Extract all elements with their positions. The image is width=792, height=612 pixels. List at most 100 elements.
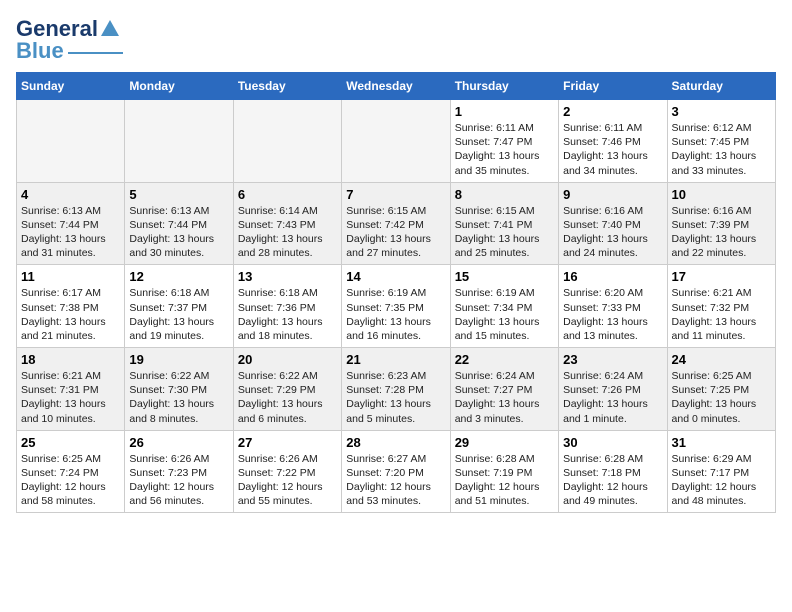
- day-info: Sunrise: 6:13 AM Sunset: 7:44 PM Dayligh…: [129, 204, 228, 261]
- day-number: 25: [21, 435, 120, 450]
- day-number: 18: [21, 352, 120, 367]
- weekday-header: Friday: [559, 73, 667, 100]
- day-info: Sunrise: 6:16 AM Sunset: 7:39 PM Dayligh…: [672, 204, 771, 261]
- calendar-cell: 29 Sunrise: 6:28 AM Sunset: 7:19 PM Dayli…: [450, 430, 558, 513]
- calendar-cell: [342, 100, 450, 183]
- calendar-cell: 23Sunrise: 6:24 AM Sunset: 7:26 PM Dayli…: [559, 348, 667, 431]
- calendar-cell: [125, 100, 233, 183]
- day-number: 29: [455, 435, 554, 450]
- calendar-cell: 16 Sunrise: 6:20 AM Sunset: 7:33 PM Dayli…: [559, 265, 667, 348]
- calendar-cell: [233, 100, 341, 183]
- calendar-cell: 30 Sunrise: 6:28 AM Sunset: 7:18 PM Dayli…: [559, 430, 667, 513]
- day-info: Sunrise: 6:22 AM Sunset: 7:29 PM Dayligh…: [238, 369, 337, 426]
- calendar-cell: 25 Sunrise: 6:25 AM Sunset: 7:24 PM Dayli…: [17, 430, 125, 513]
- calendar-cell: 22 Sunrise: 6:24 AM Sunset: 7:27 PM Dayli…: [450, 348, 558, 431]
- day-number: 10: [672, 187, 771, 202]
- day-info: Sunrise: 6:25 AM Sunset: 7:24 PM Dayligh…: [21, 452, 120, 509]
- calendar-cell: 31 Sunrise: 6:29 AM Sunset: 7:17 PM Dayli…: [667, 430, 775, 513]
- day-info: Sunrise: 6:17 AM Sunset: 7:38 PM Dayligh…: [21, 286, 120, 343]
- calendar-cell: 20 Sunrise: 6:22 AM Sunset: 7:29 PM Dayli…: [233, 348, 341, 431]
- page-header: General Blue: [16, 16, 776, 64]
- day-number: 16: [563, 269, 662, 284]
- calendar-cell: 28 Sunrise: 6:27 AM Sunset: 7:20 PM Dayli…: [342, 430, 450, 513]
- weekday-header: Wednesday: [342, 73, 450, 100]
- calendar-cell: 3 Sunrise: 6:12 AM Sunset: 7:45 PM Daylig…: [667, 100, 775, 183]
- day-number: 7: [346, 187, 445, 202]
- logo-icon: [99, 18, 121, 40]
- day-info: Sunrise: 6:21 AM Sunset: 7:32 PM Dayligh…: [672, 286, 771, 343]
- day-number: 13: [238, 269, 337, 284]
- calendar-cell: 6 Sunrise: 6:14 AM Sunset: 7:43 PM Daylig…: [233, 182, 341, 265]
- day-number: 3: [672, 104, 771, 119]
- day-info: Sunrise: 6:13 AM Sunset: 7:44 PM Dayligh…: [21, 204, 120, 261]
- calendar-cell: 1Sunrise: 6:11 AM Sunset: 7:47 PM Daylig…: [450, 100, 558, 183]
- day-number: 28: [346, 435, 445, 450]
- calendar-cell: 4 Sunrise: 6:13 AM Sunset: 7:44 PM Daylig…: [17, 182, 125, 265]
- day-number: 11: [21, 269, 120, 284]
- day-info: Sunrise: 6:29 AM Sunset: 7:17 PM Dayligh…: [672, 452, 771, 509]
- day-number: 14: [346, 269, 445, 284]
- day-info: Sunrise: 6:22 AM Sunset: 7:30 PM Dayligh…: [129, 369, 228, 426]
- day-number: 22: [455, 352, 554, 367]
- day-info: Sunrise: 6:16 AM Sunset: 7:40 PM Dayligh…: [563, 204, 662, 261]
- day-info: Sunrise: 6:19 AM Sunset: 7:35 PM Dayligh…: [346, 286, 445, 343]
- calendar-cell: 21 Sunrise: 6:23 AM Sunset: 7:28 PM Dayli…: [342, 348, 450, 431]
- day-info: Sunrise: 6:11 AM Sunset: 7:46 PM Dayligh…: [563, 121, 662, 178]
- weekday-header: Sunday: [17, 73, 125, 100]
- day-number: 1: [455, 104, 554, 119]
- day-number: 17: [672, 269, 771, 284]
- day-info: Sunrise: 6:15 AM Sunset: 7:42 PM Dayligh…: [346, 204, 445, 261]
- day-number: 2: [563, 104, 662, 119]
- day-info: Sunrise: 6:18 AM Sunset: 7:37 PM Dayligh…: [129, 286, 228, 343]
- day-info: Sunrise: 6:28 AM Sunset: 7:18 PM Dayligh…: [563, 452, 662, 509]
- day-number: 20: [238, 352, 337, 367]
- calendar-cell: 13 Sunrise: 6:18 AM Sunset: 7:36 PM Dayli…: [233, 265, 341, 348]
- day-number: 12: [129, 269, 228, 284]
- day-info: Sunrise: 6:23 AM Sunset: 7:28 PM Dayligh…: [346, 369, 445, 426]
- calendar-cell: 14 Sunrise: 6:19 AM Sunset: 7:35 PM Dayli…: [342, 265, 450, 348]
- day-info: Sunrise: 6:24 AM Sunset: 7:27 PM Dayligh…: [455, 369, 554, 426]
- day-number: 31: [672, 435, 771, 450]
- day-info: Sunrise: 6:27 AM Sunset: 7:20 PM Dayligh…: [346, 452, 445, 509]
- day-info: Sunrise: 6:14 AM Sunset: 7:43 PM Dayligh…: [238, 204, 337, 261]
- day-number: 15: [455, 269, 554, 284]
- day-info: Sunrise: 6:20 AM Sunset: 7:33 PM Dayligh…: [563, 286, 662, 343]
- day-number: 26: [129, 435, 228, 450]
- day-number: 19: [129, 352, 228, 367]
- day-info: Sunrise: 6:25 AM Sunset: 7:25 PM Dayligh…: [672, 369, 771, 426]
- calendar-cell: 19 Sunrise: 6:22 AM Sunset: 7:30 PM Dayli…: [125, 348, 233, 431]
- calendar-cell: [17, 100, 125, 183]
- calendar-cell: 11 Sunrise: 6:17 AM Sunset: 7:38 PM Dayli…: [17, 265, 125, 348]
- weekday-header: Saturday: [667, 73, 775, 100]
- day-number: 5: [129, 187, 228, 202]
- day-info: Sunrise: 6:19 AM Sunset: 7:34 PM Dayligh…: [455, 286, 554, 343]
- weekday-header: Thursday: [450, 73, 558, 100]
- calendar-cell: 24 Sunrise: 6:25 AM Sunset: 7:25 PM Dayli…: [667, 348, 775, 431]
- day-number: 4: [21, 187, 120, 202]
- day-info: Sunrise: 6:28 AM Sunset: 7:19 PM Dayligh…: [455, 452, 554, 509]
- calendar-cell: 5 Sunrise: 6:13 AM Sunset: 7:44 PM Daylig…: [125, 182, 233, 265]
- calendar-cell: 10 Sunrise: 6:16 AM Sunset: 7:39 PM Dayli…: [667, 182, 775, 265]
- calendar-cell: 15 Sunrise: 6:19 AM Sunset: 7:34 PM Dayli…: [450, 265, 558, 348]
- calendar-table: SundayMondayTuesdayWednesdayThursdayFrid…: [16, 72, 776, 513]
- day-number: 9: [563, 187, 662, 202]
- day-number: 8: [455, 187, 554, 202]
- calendar-cell: 27Sunrise: 6:26 AM Sunset: 7:22 PM Dayli…: [233, 430, 341, 513]
- logo-blue: Blue: [16, 38, 64, 64]
- weekday-header: Tuesday: [233, 73, 341, 100]
- day-info: Sunrise: 6:21 AM Sunset: 7:31 PM Dayligh…: [21, 369, 120, 426]
- weekday-header: Monday: [125, 73, 233, 100]
- day-number: 6: [238, 187, 337, 202]
- day-info: Sunrise: 6:15 AM Sunset: 7:41 PM Dayligh…: [455, 204, 554, 261]
- day-info: Sunrise: 6:12 AM Sunset: 7:45 PM Dayligh…: [672, 121, 771, 178]
- day-number: 21: [346, 352, 445, 367]
- calendar-cell: 7 Sunrise: 6:15 AM Sunset: 7:42 PM Daylig…: [342, 182, 450, 265]
- calendar-cell: 12 Sunrise: 6:18 AM Sunset: 7:37 PM Dayli…: [125, 265, 233, 348]
- day-number: 24: [672, 352, 771, 367]
- day-info: Sunrise: 6:18 AM Sunset: 7:36 PM Dayligh…: [238, 286, 337, 343]
- day-info: Sunrise: 6:26 AM Sunset: 7:23 PM Dayligh…: [129, 452, 228, 509]
- calendar-cell: 8 Sunrise: 6:15 AM Sunset: 7:41 PM Daylig…: [450, 182, 558, 265]
- calendar-cell: 18 Sunrise: 6:21 AM Sunset: 7:31 PM Dayli…: [17, 348, 125, 431]
- calendar-cell: 26 Sunrise: 6:26 AM Sunset: 7:23 PM Dayli…: [125, 430, 233, 513]
- day-number: 30: [563, 435, 662, 450]
